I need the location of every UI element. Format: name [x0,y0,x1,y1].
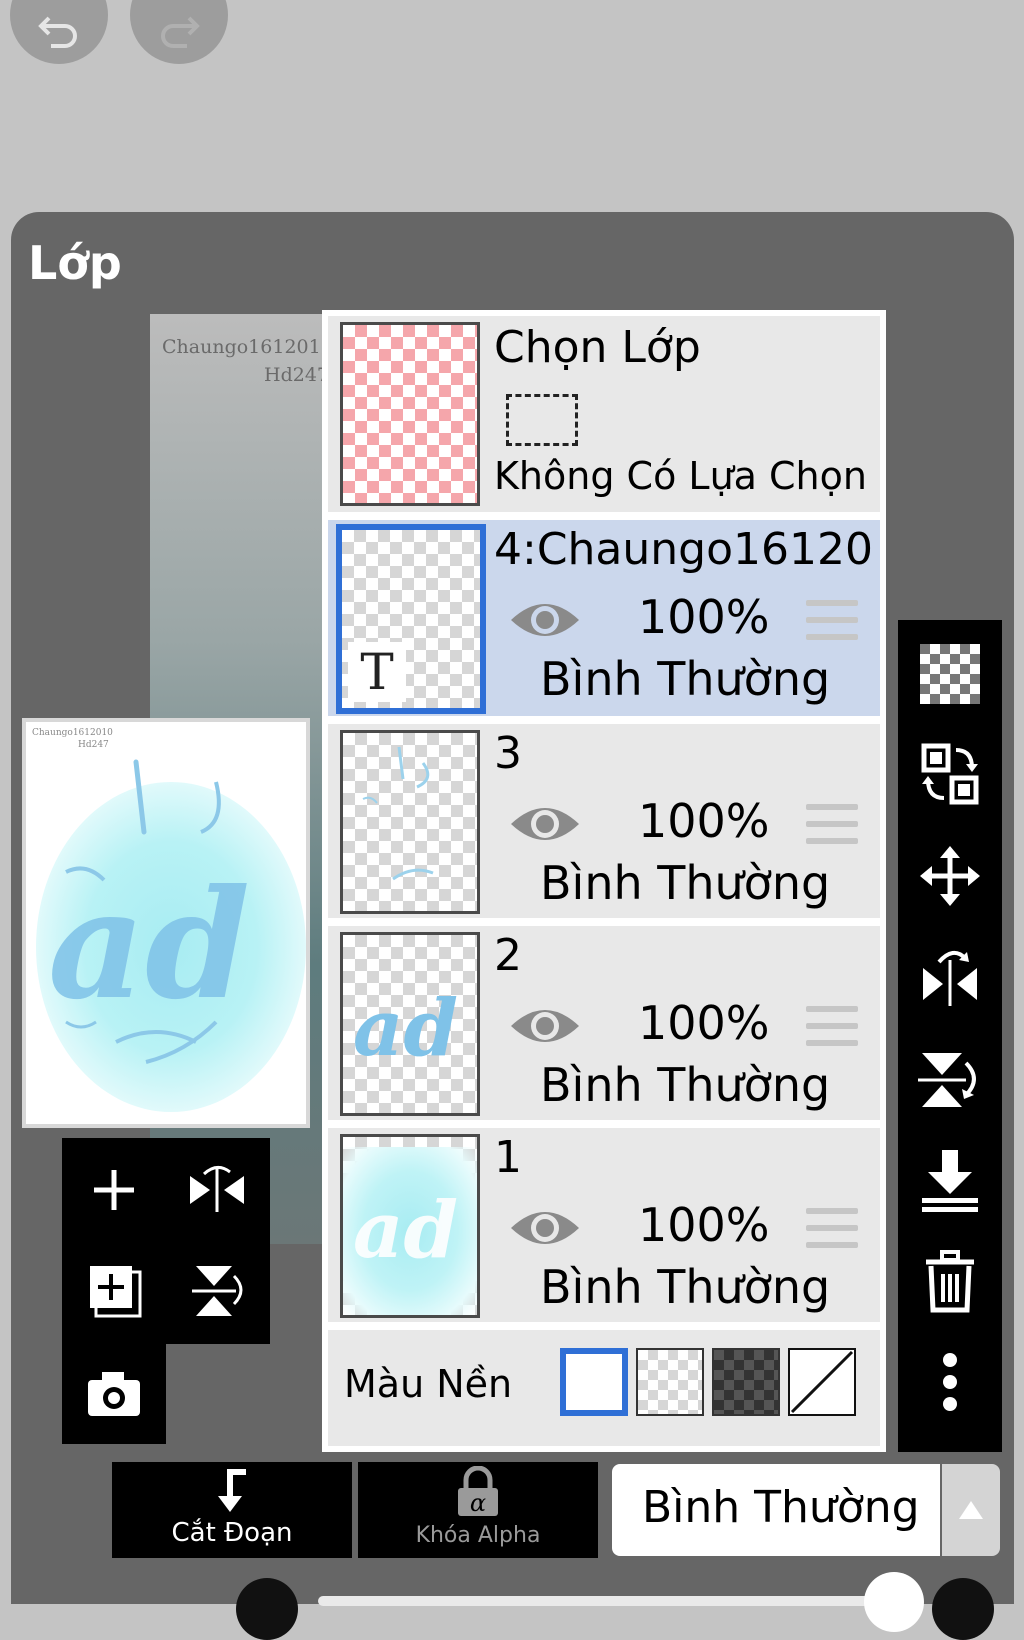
layer-row[interactable]: 3 100% Bình Thường [328,724,880,918]
undo-icon [38,16,77,48]
opacity-slider-thumb[interactable] [864,1572,924,1632]
alpha-lock-label: Khóa Alpha [415,1523,541,1548]
duplicate-layer-button[interactable] [86,1262,144,1320]
lock-icon: α [458,1466,498,1517]
blend-mode-select[interactable]: Bình Thường [612,1464,940,1556]
more-options-button[interactable] [918,1350,982,1414]
bg-transparent-swatch[interactable] [636,1348,704,1416]
add-icon [94,1170,134,1210]
selection-layer-row[interactable]: Chọn Lớp Không Có Lựa Chọn [328,316,880,512]
bg-none-swatch[interactable] [788,1348,856,1416]
blend-mode-value: Bình Thường [642,1482,920,1533]
layer-blend-mode: Bình Thường [540,1260,831,1314]
layer-1-art: ad [353,1185,458,1276]
layer-blend-mode: Bình Thường [540,652,831,706]
drag-handle-icon[interactable] [806,804,858,855]
drag-handle-icon[interactable] [806,1006,858,1057]
layer-thumbnail: T [336,524,486,714]
layer-blend-mode: Bình Thường [540,856,831,910]
swap-layer-button[interactable] [918,742,982,806]
layer-name: 1 [494,1132,522,1183]
layers-list: Chọn Lớp Không Có Lựa Chọn T 4:Chaungo16… [322,310,886,1452]
selection-title: Chọn Lớp [494,322,701,373]
eye-icon[interactable] [508,596,582,644]
bg-dark-checker-swatch[interactable] [712,1348,780,1416]
flip-horizontal-icon [923,950,977,1006]
layer-row[interactable]: ad 2 100% Bình Thường [328,926,880,1120]
clip-label: Cắt Đoạn [171,1518,293,1548]
move-icon [920,846,980,906]
layer-row[interactable]: ad 1 100% Bình Thường [328,1128,880,1322]
svg-text:ad: ad [353,983,458,1074]
flip-horizontal-icon [190,1166,244,1212]
flip-vertical-button[interactable] [188,1262,248,1320]
flip-vertical-icon [192,1266,243,1316]
flip-vertical-button[interactable] [918,1048,982,1112]
selection-marquee-icon [506,394,578,446]
canvas-watermark-2: Hd247 [264,364,329,386]
layer-opacity[interactable]: 100% [638,794,770,848]
triangle-up-icon [959,1501,983,1519]
clip-button[interactable]: Cắt Đoạn [112,1462,352,1558]
opacity-decrease-button[interactable] [236,1578,298,1640]
trash-icon [926,1250,974,1313]
selection-thumbnail [340,322,480,506]
svg-text:α: α [470,1489,486,1517]
move-button[interactable] [918,844,982,908]
add-layer-icon [90,1266,142,1318]
bg-white-swatch[interactable] [560,1348,628,1416]
checker-icon [920,644,980,704]
merge-down-icon [922,1150,978,1212]
layer-opacity[interactable]: 100% [638,1198,770,1252]
clip-icon [218,1469,246,1512]
eye-icon[interactable] [508,800,582,848]
transparent-fill-button[interactable] [918,642,982,706]
svg-text:ad: ad [48,857,250,1033]
merge-down-button[interactable] [918,1148,982,1212]
background-color-row: Màu Nền [328,1330,880,1446]
flip-vertical-icon [918,1053,976,1107]
right-toolbar [898,620,1002,1452]
layer-3-art [362,746,434,881]
redo-button[interactable] [130,0,228,64]
layer-thumbnail [340,730,480,914]
alpha-lock-button[interactable]: α Khóa Alpha [358,1462,598,1558]
layer-name: 4:Chaungo16120 [494,524,873,575]
eye-icon[interactable] [508,1204,582,1252]
eye-icon[interactable] [508,1002,582,1050]
camera-icon [88,1372,140,1416]
preview-lettering: ad [48,759,250,1064]
layer-blend-mode: Bình Thường [540,1058,831,1112]
background-label: Màu Nền [344,1362,513,1406]
swap-icon [921,743,979,805]
layer-thumbnail: ad [340,932,480,1116]
text-layer-icon: T [348,642,406,702]
canvas-watermark-1: Chaungo1612010 [162,336,333,358]
add-layer-button[interactable] [86,1162,142,1218]
layer-opacity[interactable]: 100% [638,590,770,644]
opacity-increase-button[interactable] [932,1578,994,1640]
layer-2-art: ad [353,983,458,1074]
drag-handle-icon[interactable] [806,1208,858,1259]
panel-title: Lớp [28,236,122,290]
camera-button[interactable] [84,1368,144,1420]
layer-row[interactable]: T 4:Chaungo16120 100% Bình Thường [328,520,880,716]
rotate-flip-button[interactable] [186,1162,248,1218]
delete-layer-button[interactable] [918,1250,982,1314]
drag-handle-icon[interactable] [806,600,858,651]
layer-name: 2 [494,930,522,981]
svg-text:ad: ad [353,1185,458,1276]
none-slash-icon [790,1350,854,1414]
more-icon [943,1353,957,1411]
canvas-preview[interactable]: Chaungo1612010 Hd247 ad [22,718,310,1128]
undo-button[interactable] [10,0,108,64]
flip-horizontal-button[interactable] [918,946,982,1010]
selection-status: Không Có Lựa Chọn [494,454,867,498]
opacity-slider[interactable] [318,1596,918,1606]
blend-mode-toggle[interactable] [942,1464,1000,1556]
layer-opacity[interactable]: 100% [638,996,770,1050]
layer-thumbnail: ad [340,1134,480,1318]
redo-icon [161,16,200,48]
layer-name: 3 [494,728,522,779]
